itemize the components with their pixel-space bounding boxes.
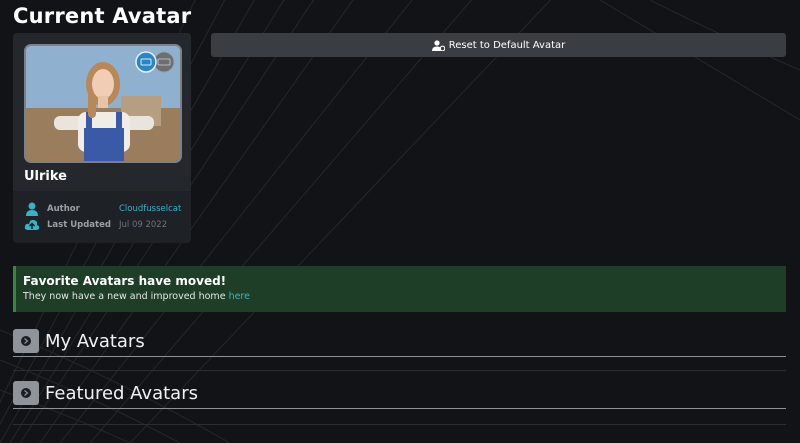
quest-icon <box>153 51 175 73</box>
user-reset-icon <box>431 39 445 51</box>
author-link[interactable]: Cloudfusselcat <box>119 204 181 214</box>
author-label: Author <box>47 204 80 214</box>
section-title-featured-avatars: Featured Avatars <box>45 382 198 404</box>
notice-title: Favorite Avatars have moved! <box>23 274 227 288</box>
avatar-name: Ulrike <box>24 169 67 184</box>
updated-label: Last Updated <box>47 220 111 230</box>
avatar-thumbnail[interactable] <box>24 44 182 163</box>
platform-badges <box>135 51 175 73</box>
notice-body: They now have a new and improved home he… <box>23 291 786 302</box>
notice-here-link[interactable]: here <box>229 291 250 302</box>
pc-icon <box>135 51 157 73</box>
section-featured-avatars[interactable]: Featured Avatars <box>13 378 786 409</box>
expand-icon <box>21 336 31 346</box>
avatar-card-header: Ulrike <box>13 33 191 191</box>
divider <box>13 370 786 371</box>
cloud-upload-icon <box>24 217 40 233</box>
favorites-moved-notice: Favorite Avatars have moved! They now ha… <box>13 266 786 312</box>
reset-default-avatar-button[interactable]: Reset to Default Avatar <box>211 33 786 57</box>
page-title: Current Avatar <box>13 4 192 28</box>
divider <box>13 424 786 425</box>
expand-my-avatars-button[interactable] <box>13 329 39 353</box>
notice-text: They now have a new and improved home <box>23 291 229 302</box>
expand-featured-avatars-button[interactable] <box>13 381 39 405</box>
updated-value: Jul 09 2022 <box>119 220 168 230</box>
expand-icon <box>21 388 31 398</box>
section-my-avatars[interactable]: My Avatars <box>13 326 786 357</box>
section-title-my-avatars: My Avatars <box>45 330 145 352</box>
author-row: Author Cloudfusselcat <box>24 201 181 217</box>
reset-button-label: Reset to Default Avatar <box>448 39 566 51</box>
last-updated-row: Last Updated Jul 09 2022 <box>24 217 167 233</box>
current-avatar-card[interactable]: Ulrike Author Cloudfusselcat Last Update… <box>13 33 191 243</box>
user-icon <box>24 201 40 217</box>
